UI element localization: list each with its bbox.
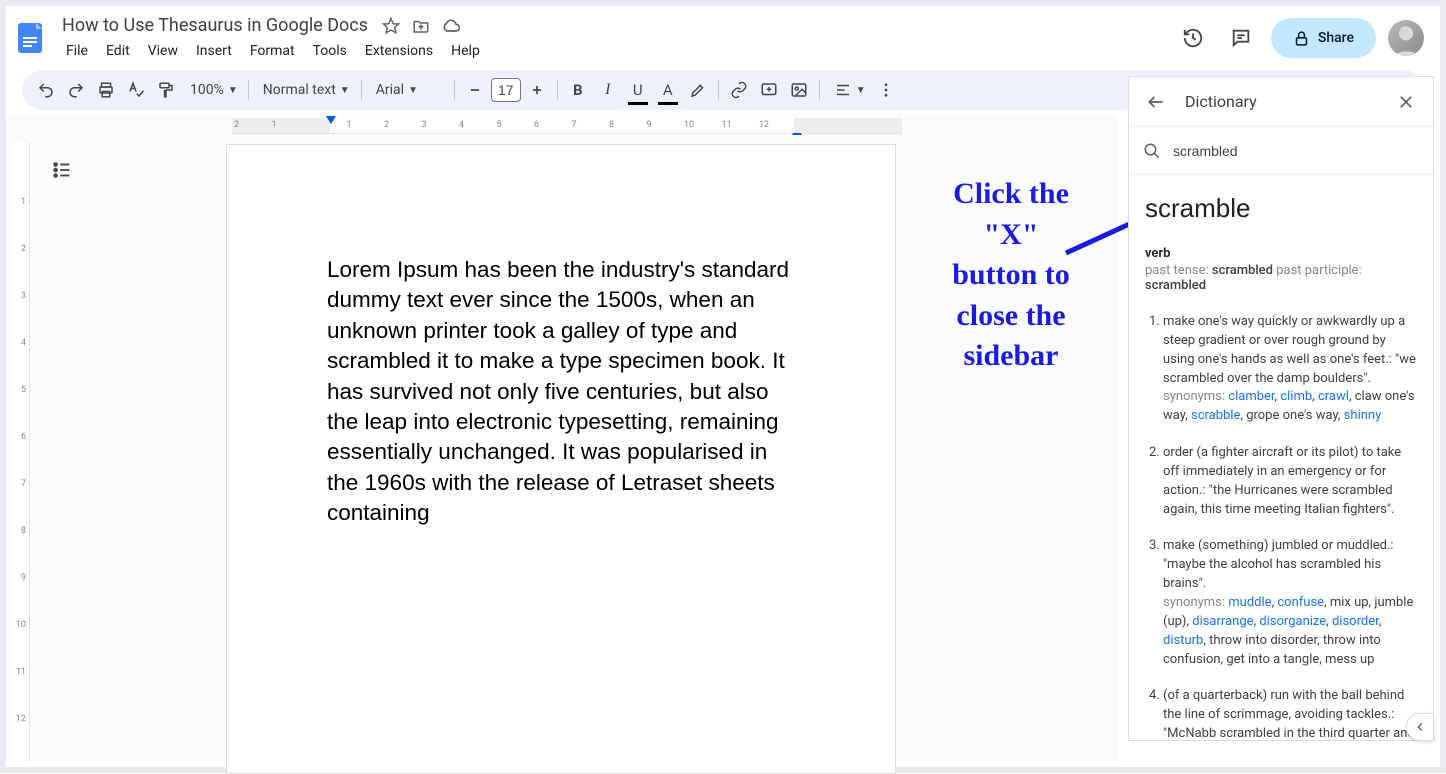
- share-button[interactable]: Share: [1271, 18, 1376, 58]
- lock-icon: [1293, 30, 1310, 47]
- chevron-down-icon: ▼: [340, 85, 350, 96]
- undo-icon[interactable]: [32, 76, 60, 104]
- document-outline-icon[interactable]: [44, 152, 80, 188]
- back-icon[interactable]: [1141, 87, 1171, 117]
- synonym-link[interactable]: disorder: [1332, 614, 1379, 629]
- search-icon: [1143, 142, 1161, 160]
- paragraph-style-select[interactable]: Normal text▼: [255, 76, 355, 104]
- indent-marker-icon[interactable]: [326, 116, 336, 124]
- definition-list: make one's way quickly or awkwardly up a…: [1145, 313, 1417, 740]
- align-select[interactable]: ▼: [826, 76, 870, 104]
- side-panel-collapse-icon[interactable]: [1406, 713, 1434, 741]
- font-family-select[interactable]: Arial▼: [368, 76, 448, 104]
- more-icon[interactable]: [872, 76, 900, 104]
- headword: scramble: [1145, 193, 1417, 224]
- chevron-down-icon: ▼: [856, 85, 866, 96]
- horizontal-ruler-wrap: 21123456789101112131415: [32, 114, 1118, 138]
- definition-item: make one's way quickly or awkwardly up a…: [1163, 313, 1417, 426]
- synonym-link[interactable]: clamber: [1228, 389, 1274, 404]
- menu-edit[interactable]: Edit: [98, 39, 138, 63]
- decrease-font-icon[interactable]: [461, 76, 489, 104]
- tense-line: past tense: scrambled past participle: s…: [1145, 263, 1417, 293]
- print-icon[interactable]: [92, 76, 120, 104]
- underline-icon[interactable]: U: [624, 76, 652, 104]
- menu-file[interactable]: File: [58, 39, 96, 63]
- redo-icon[interactable]: [62, 76, 90, 104]
- header-right: Share: [1175, 18, 1424, 58]
- synonym-link[interactable]: crawl: [1318, 389, 1349, 404]
- menu-format[interactable]: Format: [242, 39, 303, 63]
- font-size-group: [461, 76, 551, 104]
- document-title[interactable]: How to Use Thesaurus in Google Docs: [58, 13, 372, 39]
- document-body[interactable]: Lorem Ipsum has been the industry's stan…: [227, 145, 895, 528]
- synonym-link[interactable]: disorganize: [1259, 614, 1326, 629]
- menu-bar: File Edit View Insert Format Tools Exten…: [54, 39, 492, 63]
- comments-icon[interactable]: [1223, 20, 1259, 56]
- close-icon[interactable]: [1391, 87, 1421, 117]
- sidebar-title: Dictionary: [1185, 92, 1377, 111]
- synonym-link[interactable]: climb: [1280, 389, 1312, 404]
- synonym-link[interactable]: muddle: [1228, 595, 1271, 610]
- part-of-speech: verb: [1145, 246, 1417, 261]
- bold-icon[interactable]: B: [564, 76, 592, 104]
- avatar[interactable]: [1388, 20, 1424, 56]
- right-indent-marker-icon[interactable]: [792, 127, 802, 135]
- chevron-down-icon: ▼: [228, 85, 238, 96]
- star-icon[interactable]: [380, 15, 402, 37]
- insert-image-icon[interactable]: [785, 76, 813, 104]
- sidebar-body: scramble verb past tense: scrambled past…: [1129, 175, 1433, 740]
- menu-tools[interactable]: Tools: [305, 39, 355, 63]
- font-size-input[interactable]: [491, 78, 521, 102]
- text-color-icon[interactable]: A: [654, 76, 682, 104]
- dictionary-search-input[interactable]: [1173, 143, 1419, 159]
- history-icon[interactable]: [1175, 20, 1211, 56]
- menu-extensions[interactable]: Extensions: [357, 39, 441, 63]
- menu-view[interactable]: View: [140, 39, 186, 63]
- docs-logo-icon[interactable]: [10, 18, 50, 58]
- app-header: How to Use Thesaurus in Google Docs File…: [6, 6, 1440, 70]
- definition-item: make (something) jumbled or muddled.: "m…: [1163, 537, 1417, 669]
- synonym-link[interactable]: shinny: [1344, 408, 1382, 423]
- move-icon[interactable]: [410, 15, 432, 37]
- dictionary-search: [1129, 127, 1433, 175]
- highlight-icon[interactable]: [684, 76, 712, 104]
- menu-insert[interactable]: Insert: [188, 39, 240, 63]
- vertical-ruler[interactable]: 12345678910111213: [12, 142, 30, 761]
- horizontal-ruler[interactable]: 21123456789101112131415: [232, 118, 902, 134]
- synonym-link[interactable]: disarrange: [1192, 614, 1253, 629]
- paint-format-icon[interactable]: [152, 76, 180, 104]
- dictionary-sidebar: Dictionary scramble verb past tense: scr…: [1128, 76, 1434, 741]
- annotation-text: Click the "X" button to close the sideba…: [906, 174, 1116, 377]
- share-label: Share: [1318, 30, 1354, 46]
- insert-link-icon[interactable]: [725, 76, 753, 104]
- insert-comment-icon[interactable]: [755, 76, 783, 104]
- chevron-down-icon: ▼: [408, 85, 418, 96]
- document-page[interactable]: Lorem Ipsum has been the industry's stan…: [226, 144, 896, 774]
- definition-item: (of a quarterback) run with the ball beh…: [1163, 687, 1417, 740]
- spellcheck-icon[interactable]: [122, 76, 150, 104]
- cloud-status-icon[interactable]: [440, 15, 462, 37]
- increase-font-icon[interactable]: [523, 76, 551, 104]
- title-area: How to Use Thesaurus in Google Docs File…: [54, 13, 492, 63]
- italic-icon[interactable]: I: [594, 76, 622, 104]
- synonym-link[interactable]: confuse: [1277, 595, 1324, 610]
- zoom-select[interactable]: 100%▼: [182, 76, 242, 104]
- synonym-link[interactable]: scrabble: [1191, 408, 1240, 423]
- definition-item: order (a fighter aircraft or its pilot) …: [1163, 444, 1417, 519]
- synonym-link[interactable]: disturb: [1163, 633, 1203, 648]
- sidebar-header: Dictionary: [1129, 77, 1433, 127]
- menu-help[interactable]: Help: [443, 39, 488, 63]
